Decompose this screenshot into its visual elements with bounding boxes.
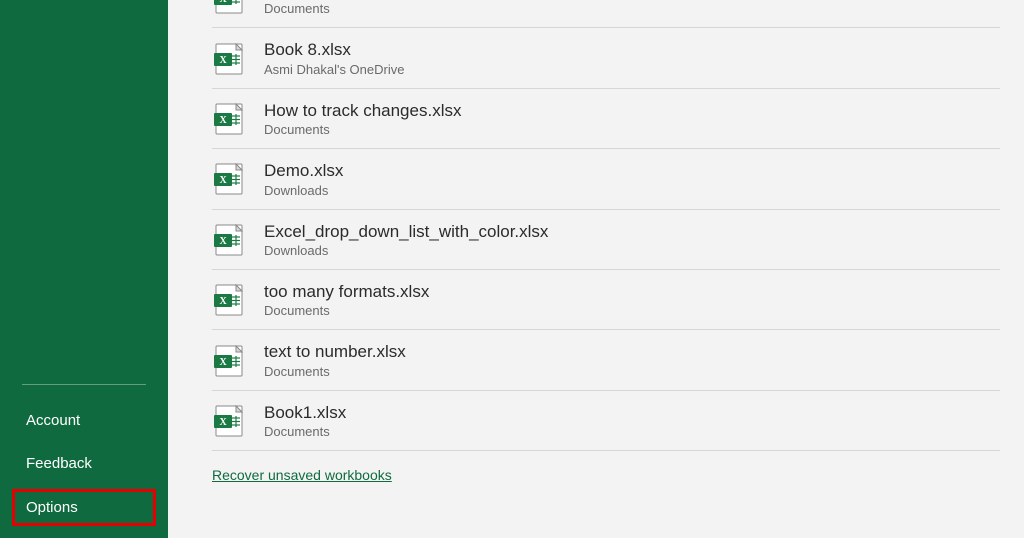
file-row[interactable]: too many formats.xlsxDocuments: [212, 270, 1000, 330]
sidebar-item-options[interactable]: Options: [12, 489, 156, 526]
excel-file-icon: [212, 42, 246, 76]
main-content: count.xlsxDocuments Book 8.xlsx Asmi Dhaka…: [168, 0, 1024, 538]
file-row[interactable]: Book1.xlsxDocuments: [212, 391, 1000, 451]
sidebar-divider: [22, 384, 146, 385]
file-location: Asmi Dhakal's OneDrive: [264, 62, 404, 77]
file-row[interactable]: Excel_drop_down_list_with_color.xlsxDown…: [212, 210, 1000, 270]
file-info: Book 8.xlsx Asmi Dhakal's OneDrive: [264, 40, 404, 76]
file-row[interactable]: How to track changes.xlsxDocuments: [212, 89, 1000, 149]
file-info: Book1.xlsxDocuments: [264, 403, 346, 439]
file-name: text to number.xlsx: [264, 342, 406, 362]
file-name: Excel_drop_down_list_with_color.xlsx: [264, 222, 548, 242]
file-location: Documents: [264, 364, 406, 379]
file-row[interactable]: count.xlsxDocuments: [212, 0, 1000, 28]
excel-file-icon: [212, 344, 246, 378]
file-name: too many formats.xlsx: [264, 282, 429, 302]
file-name: Book 8.xlsx: [264, 40, 404, 60]
excel-file-icon: [212, 162, 246, 196]
file-info: How to track changes.xlsxDocuments: [264, 101, 461, 137]
file-row[interactable]: Book 8.xlsx Asmi Dhakal's OneDrive: [212, 28, 1000, 88]
file-info: Excel_drop_down_list_with_color.xlsxDown…: [264, 222, 548, 258]
sidebar-item-label: Feedback: [26, 455, 92, 472]
sidebar-item-account[interactable]: Account: [0, 399, 168, 442]
sidebar-item-label: Options: [26, 499, 78, 516]
sidebar-item-label: Account: [26, 412, 80, 429]
recover-unsaved-link[interactable]: Recover unsaved workbooks: [212, 467, 392, 483]
recent-file-list: count.xlsxDocuments Book 8.xlsx Asmi Dhaka…: [168, 0, 1024, 451]
file-info: count.xlsxDocuments: [264, 0, 340, 16]
file-info: Demo.xlsx Downloads: [264, 161, 343, 197]
file-location: Documents: [264, 424, 346, 439]
sidebar-item-feedback[interactable]: Feedback: [0, 442, 168, 485]
file-location: Downloads: [264, 183, 343, 198]
file-location: Documents: [264, 122, 461, 137]
file-info: text to number.xlsx Documents: [264, 342, 406, 378]
excel-file-icon: [212, 283, 246, 317]
excel-file-icon: [212, 404, 246, 438]
excel-file-icon: [212, 102, 246, 136]
file-name: Book1.xlsx: [264, 403, 346, 423]
file-row[interactable]: text to number.xlsx Documents: [212, 330, 1000, 390]
file-info: too many formats.xlsxDocuments: [264, 282, 429, 318]
file-name: How to track changes.xlsx: [264, 101, 461, 121]
file-row[interactable]: Demo.xlsx Downloads: [212, 149, 1000, 209]
file-name: Demo.xlsx: [264, 161, 343, 181]
file-location: Documents: [264, 1, 340, 16]
file-location: Documents: [264, 303, 429, 318]
excel-file-icon: [212, 0, 246, 15]
file-location: Downloads: [264, 243, 548, 258]
excel-file-icon: [212, 223, 246, 257]
sidebar: Account Feedback Options: [0, 0, 168, 538]
